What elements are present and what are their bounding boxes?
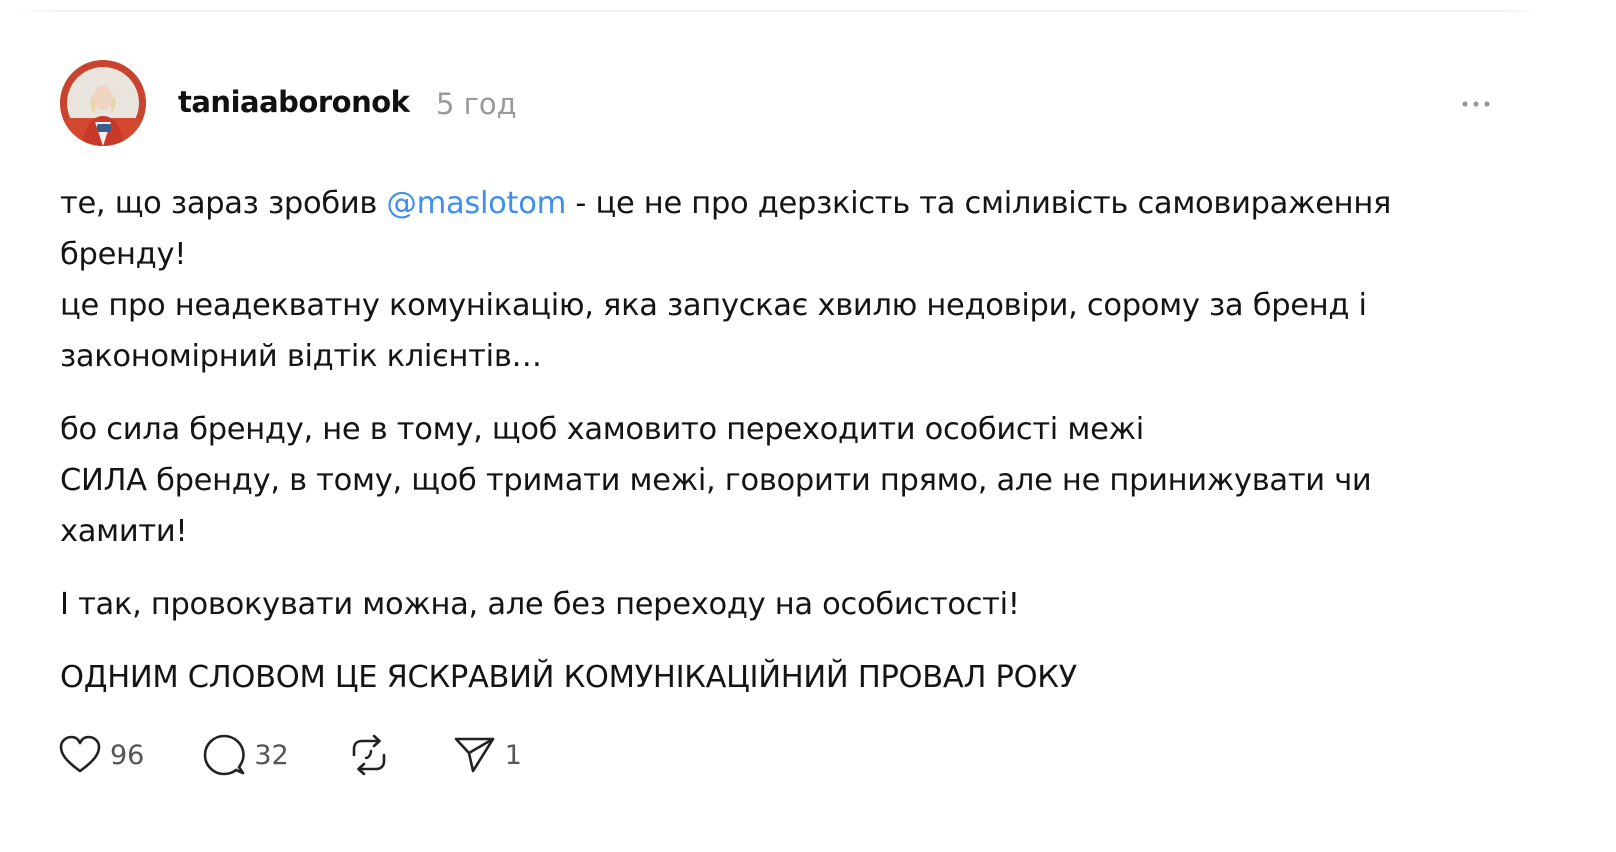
share-button[interactable]: 1: [453, 735, 522, 775]
post-text-line: хамити!: [60, 514, 188, 549]
avatar[interactable]: [60, 60, 146, 146]
post-paragraph: ОДНИМ СЛОВОМ ЦЕ ЯСКРАВИЙ КОМУНІКАЦІЙНИЙ …: [60, 652, 1530, 703]
more-options-button[interactable]: [1456, 92, 1496, 116]
post-text-line: закономірний відтік клієнтів…: [60, 339, 542, 374]
text-segment: - це не про дерзкість та сміливість само…: [565, 186, 1392, 221]
like-count: 96: [110, 739, 145, 771]
repost-button[interactable]: [347, 733, 391, 777]
post-text-line: бо сила бренду, не в тому, щоб хамовито …: [60, 412, 1144, 447]
like-button[interactable]: 96: [58, 735, 144, 775]
post-actions-bar: 96 32 1: [58, 730, 522, 780]
user-mention-link[interactable]: @maslotom: [386, 186, 566, 221]
thread-post-card: taniaaboronok 5 год те, що зараз зробив …: [0, 0, 1616, 852]
username[interactable]: taniaaboronok: [178, 84, 410, 120]
heart-icon: [59, 735, 101, 773]
post-text-line: І так, провокувати можна, але без перехо…: [60, 587, 1020, 622]
post-paragraph: те, що зараз зробив @maslotom - це не пр…: [60, 178, 1530, 382]
post-paragraph: І так, провокувати можна, але без перехо…: [60, 579, 1530, 630]
post-text-line: бренду!: [60, 237, 187, 272]
repost-icon: [352, 734, 386, 776]
post-text-line: це про неадекватну комунікацію, яка запу…: [60, 288, 1367, 323]
more-horizontal-icon: [1462, 101, 1490, 107]
send-icon: [454, 737, 495, 773]
share-count: 1: [504, 739, 522, 771]
reply-count: 32: [254, 739, 289, 771]
post-text-line: те, що зараз зробив @maslotom - це не пр…: [60, 186, 1391, 221]
speech-bubble-icon: [204, 734, 246, 776]
post-body: те, що зараз зробив @maslotom - це не пр…: [60, 178, 1530, 703]
post-paragraph: бо сила бренду, не в тому, щоб хамовито …: [60, 404, 1530, 557]
card-top-border: [14, 10, 1542, 12]
post-text-line: СИЛА бренду, в тому, щоб тримати межі, г…: [60, 463, 1372, 498]
reply-button[interactable]: 32: [202, 733, 289, 777]
post-text-line: ОДНИМ СЛОВОМ ЦЕ ЯСКРАВИЙ КОМУНІКАЦІЙНИЙ …: [60, 660, 1077, 695]
post-timestamp: 5 год: [436, 87, 517, 121]
text-segment: те, що зараз зробив: [60, 186, 387, 221]
